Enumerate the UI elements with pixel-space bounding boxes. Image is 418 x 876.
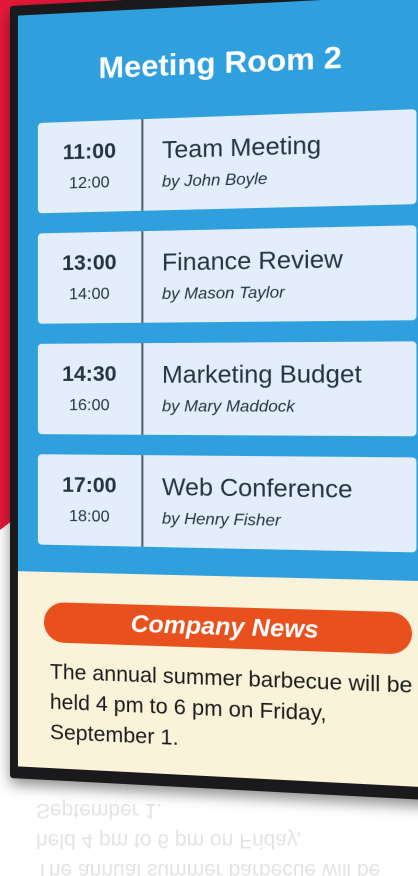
schedule-section: Meeting Room 2 11:00 12:00 Team Meeting … [17, 0, 418, 582]
meeting-title: Marketing Budget [161, 360, 362, 389]
meeting-host: by Henry Fisher [161, 510, 281, 530]
start-time: 17:00 [62, 473, 117, 498]
screen-reflection: The annual summer barbecue will be held … [36, 799, 381, 876]
meeting-host: by Mary Maddock [161, 398, 295, 416]
start-time: 13:00 [62, 250, 117, 276]
company-news-heading: Company News [43, 601, 413, 655]
end-time: 12:00 [69, 174, 110, 193]
end-time: 16:00 [69, 397, 110, 415]
meeting-card: 13:00 14:00 Finance Review by Mason Tayl… [37, 225, 417, 324]
room-title: Meeting Room 2 [98, 40, 342, 86]
meeting-times: 11:00 12:00 [37, 119, 144, 214]
meeting-card: 14:30 16:00 Marketing Budget by Mary Mad… [37, 341, 417, 437]
meeting-card: 17:00 18:00 Web Conference by Henry Fish… [37, 454, 417, 553]
start-time: 11:00 [62, 139, 117, 165]
meeting-title: Finance Review [161, 245, 343, 277]
meeting-times: 17:00 18:00 [37, 454, 144, 547]
meeting-info: Finance Review by Mason Taylor [143, 227, 343, 323]
start-time: 14:30 [62, 362, 117, 386]
end-time: 18:00 [69, 507, 110, 526]
meeting-times: 13:00 14:00 [37, 231, 144, 324]
meeting-host: by John Boyle [161, 170, 268, 191]
meeting-info: Web Conference by Henry Fisher [143, 455, 353, 551]
meeting-title: Team Meeting [161, 131, 322, 165]
display-screen: Meeting Room 2 11:00 12:00 Team Meeting … [17, 0, 418, 789]
digital-signage-display: Meeting Room 2 11:00 12:00 Team Meeting … [10, 0, 418, 802]
meeting-card: 11:00 12:00 Team Meeting by John Boyle [37, 109, 417, 214]
meeting-info: Marketing Budget by Mary Maddock [143, 342, 362, 436]
meeting-title: Web Conference [161, 473, 353, 504]
end-time: 14:00 [69, 285, 110, 304]
meeting-host: by Mason Taylor [161, 284, 285, 304]
signage-scene: Meeting Room 2 11:00 12:00 Team Meeting … [0, 0, 418, 876]
meeting-times: 14:30 16:00 [37, 343, 144, 435]
meeting-info: Team Meeting by John Boyle [143, 113, 321, 211]
company-news-body: The annual summer barbecue will be held … [49, 660, 413, 751]
